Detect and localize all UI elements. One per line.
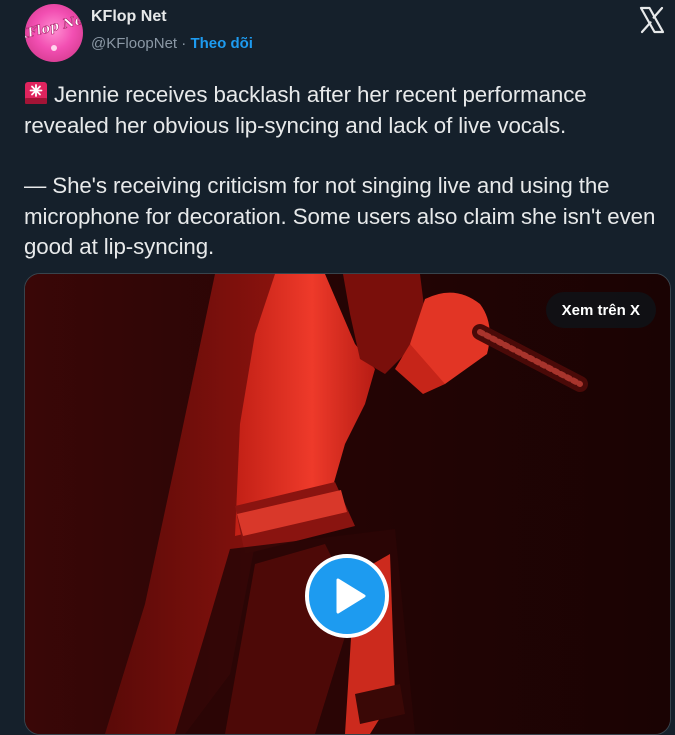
- follow-button[interactable]: Theo dõi: [190, 35, 253, 52]
- meta-separator: ·: [177, 35, 191, 52]
- play-icon: [336, 578, 366, 614]
- x-logo-icon[interactable]: [637, 5, 667, 35]
- tweet-text: Jennie receives backlash after her recen…: [24, 80, 669, 263]
- play-button[interactable]: [305, 554, 389, 638]
- author-name[interactable]: KFlop Net: [91, 8, 167, 26]
- video-thumbnail: [25, 274, 670, 734]
- avatar[interactable]: KFlop Net: [25, 4, 83, 62]
- video-player[interactable]: Xem trên X: [24, 273, 671, 735]
- author-meta: @KFloopNet · Theo dõi: [91, 35, 253, 52]
- avatar-logo-line1: KFlop Net: [25, 11, 83, 44]
- tweet-paragraph-2: — She's receiving criticism for not sing…: [24, 173, 656, 259]
- tweet-paragraph-1-text: Jennie receives backlash after her recen…: [24, 82, 587, 138]
- tweet-paragraph-1: Jennie receives backlash after her recen…: [24, 80, 669, 141]
- avatar-logo: KFlop Net: [25, 11, 83, 51]
- author-handle[interactable]: @KFloopNet: [91, 35, 177, 52]
- siren-icon: [24, 81, 48, 105]
- watch-on-x-button[interactable]: Xem trên X: [545, 292, 656, 328]
- tweet-card: KFlop Net KFlop Net @KFloopNet · Theo dõ…: [0, 0, 675, 735]
